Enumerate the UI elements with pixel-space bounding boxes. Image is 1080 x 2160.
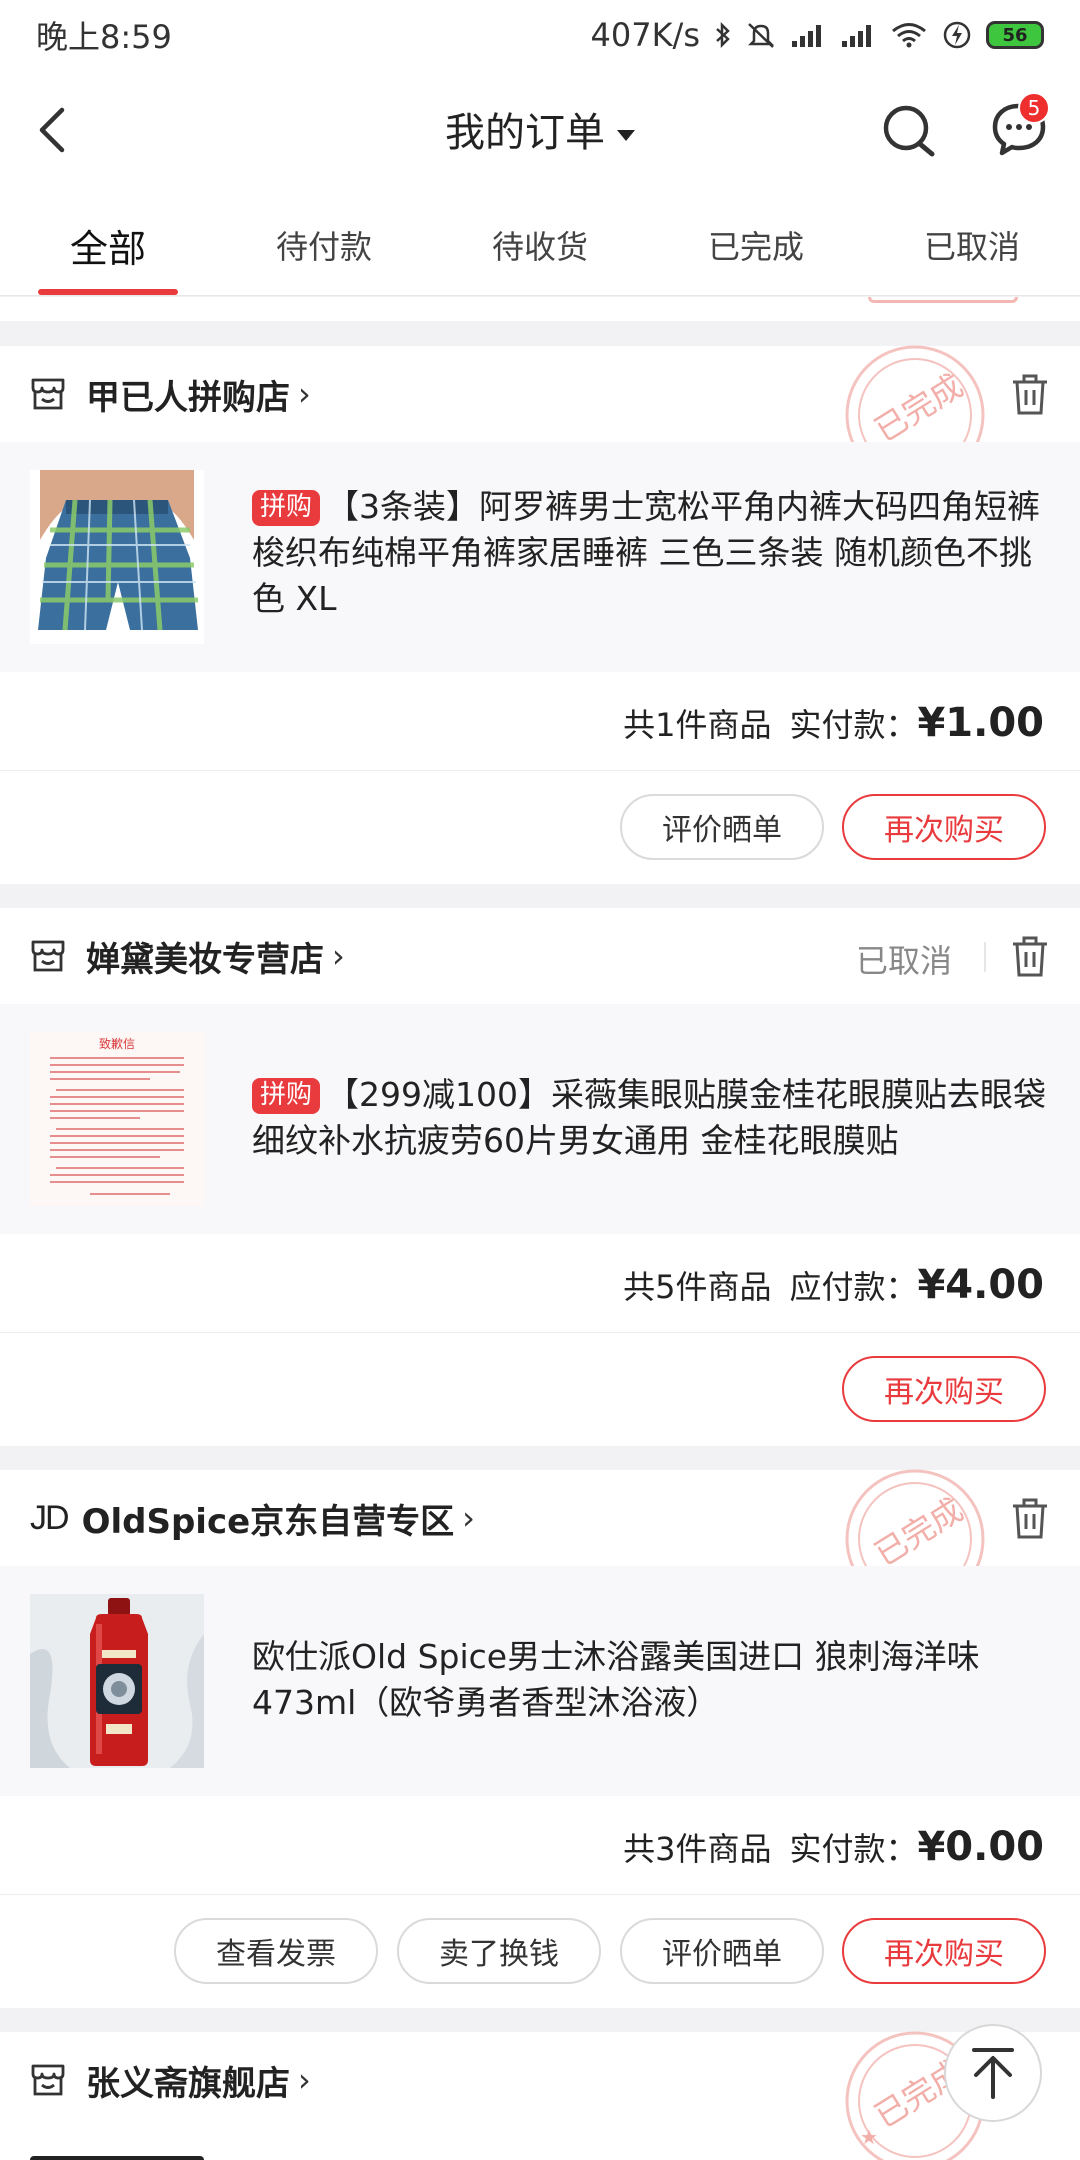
product-title-text: 欧仕派Old Spice男士沐浴露美国进口 狼刺海洋味473ml（欧爷勇者香型沐… xyxy=(252,1637,980,1722)
tab-all[interactable]: 全部 xyxy=(0,192,216,295)
pay-label: 实付款： xyxy=(789,706,918,744)
store-name: OldSpice京东自营专区 xyxy=(81,1501,455,1542)
product-row[interactable]: 致歉信 拼购 【299减100】采薇集眼贴膜金桂花眼膜贴去眼袋细纹补水抗疲劳60片… xyxy=(0,1004,1080,1234)
search-icon[interactable] xyxy=(880,100,940,160)
view-invoice-button[interactable]: 查看发票 xyxy=(174,1918,378,1984)
pay-label: 实付款： xyxy=(789,1830,918,1868)
product-image-boxers[interactable] xyxy=(30,470,204,644)
chevron-right-icon: › xyxy=(298,2061,311,2099)
page-title-text: 我的订单 xyxy=(445,110,605,156)
order-status: 已取消 xyxy=(855,942,952,980)
tab-completed[interactable]: 已完成 xyxy=(648,192,864,295)
trash-icon[interactable] xyxy=(1010,372,1050,416)
product-image-edge xyxy=(30,2156,204,2160)
review-button[interactable]: 评价晒单 xyxy=(620,1918,824,1984)
back-to-top-button[interactable] xyxy=(944,2024,1042,2122)
action-buttons: 查看发票 卖了换钱 评价晒单 再次购买 xyxy=(0,1894,1080,2010)
message-badge: 5 xyxy=(1018,92,1050,124)
chevron-down-icon xyxy=(617,129,635,141)
signal-icon xyxy=(842,25,871,47)
chevron-right-icon: › xyxy=(462,1499,475,1537)
resell-button[interactable]: 卖了换钱 xyxy=(397,1918,601,1984)
stamp-fragment xyxy=(868,297,1018,303)
product-title[interactable]: 拼购 【299减100】采薇集眼贴膜金桂花眼膜贴去眼袋细纹补水抗疲劳60片男女通用… xyxy=(252,1072,1052,1164)
store-row[interactable]: JD OldSpice京东自营专区 › xyxy=(0,1470,1080,1566)
thumb-heading: 致歉信 xyxy=(99,1037,135,1051)
store-icon xyxy=(31,940,65,972)
rebuy-button[interactable]: 再次购买 xyxy=(842,794,1046,860)
product-row[interactable]: 欧仕派Old Spice男士沐浴露美国进口 狼刺海洋味473ml（欧爷勇者香型沐… xyxy=(0,1566,1080,1796)
product-image-body-wash[interactable] xyxy=(30,1594,204,1768)
back-to-top-icon xyxy=(972,2048,1014,2099)
store-row[interactable]: 甲已人拼购店 › xyxy=(0,346,1080,442)
pay-label: 应付款： xyxy=(789,1268,918,1306)
product-image-apology-letter[interactable]: 致歉信 xyxy=(30,1032,204,1206)
rebuy-button[interactable]: 再次购买 xyxy=(842,1918,1046,1984)
item-count: 共5件商品 xyxy=(623,1268,772,1306)
item-count: 共1件商品 xyxy=(623,706,772,744)
store-row[interactable]: 张义斋旗舰店 › xyxy=(0,2032,1080,2128)
status-divider xyxy=(984,942,986,972)
store-name: 婵黛美妆专营店 xyxy=(86,939,324,980)
battery-indicator: 56 xyxy=(986,21,1044,49)
tab-pending-receipt[interactable]: 待收货 xyxy=(432,192,648,295)
product-title-text: 【3条装】阿罗裤男士宽松平角内裤大码四角短裤梭织布纯棉平角裤家居睡裤 三色三条装… xyxy=(252,487,1041,618)
store-icon xyxy=(31,2064,65,2096)
chevron-right-icon: › xyxy=(332,937,345,975)
star-icon: ★ xyxy=(860,2125,878,2149)
payable-amount: ¥4.00 xyxy=(917,1262,1044,1308)
action-buttons: 再次购买 xyxy=(0,1332,1080,1448)
item-count: 共3件商品 xyxy=(623,1830,772,1868)
group-buy-tag: 拼购 xyxy=(252,490,321,526)
product-title[interactable]: 拼购 【3条装】阿罗裤男士宽松平角内裤大码四角短裤梭织布纯棉平角裤家居睡裤 三色三… xyxy=(252,484,1052,622)
chevron-right-icon: › xyxy=(298,375,311,413)
store-name: 张义斋旗舰店 xyxy=(86,2063,290,2104)
order-tabs: 全部 待付款 待收货 已完成 已取消 xyxy=(0,192,1080,296)
product-title[interactable]: 欧仕派Old Spice男士沐浴露美国进口 狼刺海洋味473ml（欧爷勇者香型沐… xyxy=(252,1634,1052,1726)
order-card[interactable]: 张义斋旗舰店 › 已完成 ★ xyxy=(0,2031,1080,2160)
status-icons: 407K/s 56 xyxy=(590,16,1044,54)
trash-icon[interactable] xyxy=(1010,934,1050,978)
tab-pending-payment[interactable]: 待付款 xyxy=(216,192,432,295)
store-icon xyxy=(31,378,65,410)
network-speed: 407K/s xyxy=(590,16,700,54)
product-title-text: 【299减100】采薇集眼贴膜金桂花眼膜贴去眼袋细纹补水抗疲劳60片男女通用 金… xyxy=(252,1075,1046,1160)
status-bar: 晚上8:59 407K/s 56 xyxy=(0,0,1080,70)
wifi-icon xyxy=(892,23,926,48)
jd-logo: JD xyxy=(30,1498,70,1537)
store-name: 甲已人拼购店 xyxy=(86,377,290,418)
tab-cancelled[interactable]: 已取消 xyxy=(864,192,1080,295)
mute-icon xyxy=(747,23,775,48)
review-button[interactable]: 评价晒单 xyxy=(620,794,824,860)
rebuy-button[interactable]: 再次购买 xyxy=(842,1356,1046,1422)
paid-amount: ¥0.00 xyxy=(917,1824,1044,1870)
status-time: 晚上8:59 xyxy=(36,18,172,56)
order-card[interactable]: JD OldSpice京东自营专区 › 已完成 ★ 欧仕派Old Spice男士… xyxy=(0,1469,1080,2010)
group-buy-tag: 拼购 xyxy=(252,1078,321,1114)
charging-icon xyxy=(943,21,971,49)
product-row[interactable]: 拼购 【3条装】阿罗裤男士宽松平角内裤大码四角短裤梭织布纯棉平角裤家居睡裤 三色三… xyxy=(0,442,1080,672)
signal-icon xyxy=(792,25,821,47)
header-bar: 我的订单 5 xyxy=(0,70,1080,192)
paid-amount: ¥1.00 xyxy=(917,700,1044,746)
previous-card-edge xyxy=(0,297,1080,321)
order-card[interactable]: 婵黛美妆专营店 › 已取消 致歉信 拼购 【299减100】采薇集眼贴膜金桂花眼膜… xyxy=(0,908,1080,1446)
action-buttons: 评价晒单 再次购买 xyxy=(0,770,1080,886)
bluetooth-icon xyxy=(716,21,730,49)
order-card[interactable]: 甲已人拼购店 › 已完成 ★ 拼购【3条装】阿罗裤男士宽松平角内裤大码四角短裤梭… xyxy=(0,345,1080,886)
trash-icon[interactable] xyxy=(1010,1496,1050,1540)
